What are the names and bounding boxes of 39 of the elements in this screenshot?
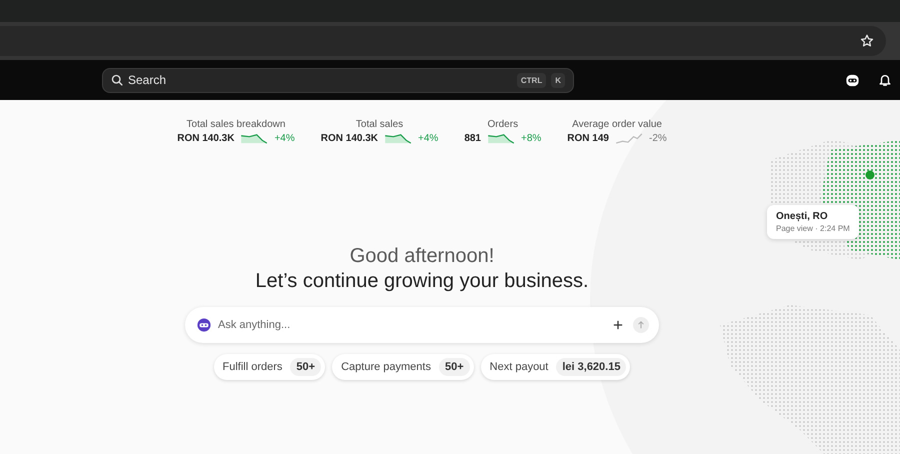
notification-bell-icon[interactable] <box>878 73 892 87</box>
metric-value: RON 140.3K <box>320 133 378 144</box>
search-field[interactable]: Search CTRL K <box>102 68 574 92</box>
add-icon[interactable] <box>613 320 623 330</box>
greeting-subtitle: Let’s continue growing your business. <box>255 270 589 293</box>
count-badge: 50+ <box>290 358 322 376</box>
greeting-title: Good afternoon! <box>350 245 494 268</box>
search-placeholder: Search <box>128 73 166 87</box>
assistant-avatar-icon <box>197 318 211 332</box>
metric-change: +4% <box>418 133 438 144</box>
location-name: Onești, RO <box>776 211 829 222</box>
metric-value: 881 <box>464 133 481 144</box>
metric-value: RON 149 <box>567 133 609 144</box>
shortcut-key: K <box>551 72 565 88</box>
metric-label: Orders <box>488 119 518 130</box>
metric-label: Average order value <box>572 119 662 130</box>
sparkline-icon <box>614 133 643 144</box>
sparkline-icon <box>487 133 515 144</box>
count-badge: lei 3,620.15 <box>556 358 626 376</box>
shortcut-key: CTRL <box>516 72 546 88</box>
metric-change: -2% <box>648 133 667 144</box>
metric-label: Total sales <box>356 119 404 130</box>
metric-value: RON 140.3K <box>177 133 234 144</box>
arrow-up-icon <box>637 321 645 329</box>
metric-change: +4% <box>274 133 295 144</box>
quick-action-chip[interactable]: Capture payments 50+ <box>332 354 474 380</box>
quick-action-chip[interactable]: Next payout lei 3,620.15 <box>480 354 630 380</box>
sparkline-icon <box>384 133 412 144</box>
robot-face-icon[interactable] <box>845 72 860 88</box>
ask-field[interactable]: Ask anything... <box>185 307 659 343</box>
search-icon <box>111 74 123 86</box>
sparkline-icon <box>240 133 268 144</box>
ask-placeholder: Ask anything... <box>218 319 290 331</box>
event-detail: Page view · 2:24 PM <box>776 224 850 233</box>
quick-action-chip[interactable]: Fulfill orders 50+ <box>214 354 326 380</box>
bookmark-star-icon[interactable] <box>860 34 874 48</box>
metric-change: +8% <box>521 133 542 144</box>
count-badge: 50+ <box>438 358 470 376</box>
metric-label: Total sales breakdown <box>186 119 286 130</box>
